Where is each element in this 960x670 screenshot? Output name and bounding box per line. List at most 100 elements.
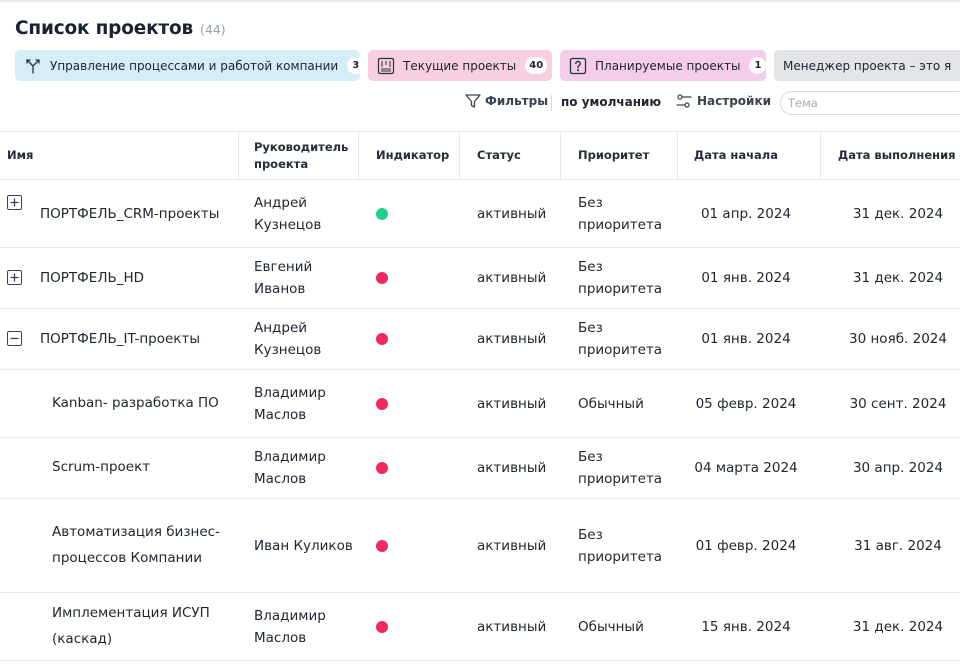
start-date: 04 марта 2024: [694, 460, 798, 476]
project-name[interactable]: Kanban- разработка ПО: [52, 370, 237, 437]
project-name[interactable]: Автоматизация бизнес-процессов Компании: [52, 499, 237, 592]
start-date: 15 янв. 2024: [701, 618, 791, 635]
column-divider: [358, 132, 359, 179]
project-manager: Владимир Маслов: [254, 384, 326, 423]
table-row[interactable]: ПОРТФЕЛЬ_IT-проекты Андрей Кузнецов акти…: [0, 309, 960, 370]
chip-badge: 40: [525, 57, 548, 74]
chip-my-projects[interactable]: Менеджер проекта – это я 7: [774, 50, 960, 81]
project-name[interactable]: Scrum-проект: [52, 438, 237, 498]
settings-button[interactable]: Настройки: [675, 92, 771, 110]
indicator: [376, 309, 396, 369]
chip-current-projects[interactable]: Текущие проекты 40: [368, 50, 552, 81]
toolbar-divider: [551, 95, 552, 111]
column-divider: [820, 132, 821, 179]
project-name[interactable]: Имплементация ИСУП (каскад): [52, 593, 237, 660]
project-count: (44): [199, 22, 226, 37]
status: активный: [477, 331, 547, 347]
expand-icon[interactable]: [7, 195, 22, 210]
settings-label: Настройки: [697, 94, 772, 108]
process-icon: [24, 57, 42, 75]
collapse-icon[interactable]: [7, 331, 22, 346]
table-row[interactable]: ПОРТФЕЛЬ_CRM-проекты Андрей Кузнецов акт…: [0, 180, 960, 248]
question-icon: [569, 57, 587, 75]
due-date: 30 апр. 2024: [852, 460, 944, 476]
column-divider: [238, 132, 239, 179]
page-header: Список проектов (44): [15, 18, 226, 39]
column-divider: [677, 132, 678, 179]
chip-badge: 3: [347, 57, 360, 74]
status: активный: [477, 395, 547, 412]
indicator: [376, 180, 396, 247]
priority: Без приоритета: [578, 526, 663, 565]
due-date: 31 дек. 2024: [852, 205, 944, 222]
chip-label: Планируемые проекты: [595, 58, 741, 73]
filters-label: Фильтры: [485, 94, 549, 108]
toolbar: Фильтры по умолчанию Настройки: [0, 91, 960, 115]
column-header-priority[interactable]: Приоритет: [578, 132, 668, 179]
priority: Обычный: [578, 395, 644, 412]
project-name[interactable]: ПОРТФЕЛЬ_IT-проекты: [40, 309, 235, 369]
priority: Без приоритета: [578, 449, 663, 487]
priority: Без приоритета: [578, 194, 663, 233]
table-header: Имя Руководитель проекта Индикатор Стату…: [0, 131, 960, 180]
indicator: [376, 370, 396, 437]
expand-icon[interactable]: [7, 270, 22, 285]
priority: Без приоритета: [578, 320, 663, 358]
indicator: [376, 438, 396, 498]
chip-label: Текущие проекты: [403, 58, 517, 73]
column-header-manager[interactable]: Руководитель проекта: [254, 132, 354, 179]
indicator-dot: [376, 462, 388, 474]
indicator-dot: [376, 333, 388, 345]
column-header-due-date[interactable]: Дата выполнения: [838, 132, 958, 179]
project-name[interactable]: ПОРТФЕЛЬ_CRM-проекты: [40, 180, 235, 247]
filter-chips: Управление процессами и работой компании…: [15, 50, 960, 81]
start-date: 01 апр. 2024: [700, 205, 792, 222]
status: активный: [477, 205, 547, 222]
table-row[interactable]: ПОРТФЕЛЬ_HD Евгений Иванов активный Без …: [0, 248, 960, 309]
column-header-indicator[interactable]: Индикатор: [376, 132, 456, 179]
indicator-dot: [376, 539, 388, 552]
indicator: [376, 593, 396, 660]
due-date: 31 дек. 2024: [852, 270, 944, 286]
project-manager: Иван Куликов: [254, 537, 353, 554]
project-manager: Владимир Маслов: [254, 607, 326, 646]
status: активный: [477, 618, 547, 635]
chip-process-management[interactable]: Управление процессами и работой компании…: [15, 50, 360, 81]
indicator: [376, 248, 396, 308]
chip-label: Управление процессами и работой компании: [50, 58, 339, 73]
indicator-dot: [376, 620, 388, 633]
project-manager: Евгений Иванов: [254, 259, 313, 297]
subject-search-input[interactable]: [780, 91, 960, 115]
chip-planned-projects[interactable]: Планируемые проекты 1: [560, 50, 766, 81]
chip-badge: 1: [749, 57, 766, 74]
indicator-dot: [376, 272, 388, 284]
filters-button[interactable]: Фильтры: [464, 92, 548, 110]
project-manager: Андрей Кузнецов: [254, 194, 322, 233]
column-header-start-date[interactable]: Дата начала: [694, 132, 814, 179]
indicator: [376, 499, 396, 592]
due-date: 31 авг. 2024: [854, 537, 942, 554]
project-name[interactable]: ПОРТФЕЛЬ_HD: [40, 248, 235, 308]
status: активный: [477, 460, 547, 476]
table-row[interactable]: Имплементация ИСУП (каскад) Владимир Мас…: [0, 593, 960, 661]
project-manager: Андрей Кузнецов: [254, 320, 322, 358]
column-header-status[interactable]: Статус: [477, 132, 557, 179]
due-date: 30 сент. 2024: [849, 395, 947, 412]
column-divider: [459, 132, 460, 179]
page-title: Список проектов: [15, 18, 193, 39]
table-row[interactable]: Автоматизация бизнес-процессов Компании …: [0, 499, 960, 593]
start-date: 01 янв. 2024: [701, 331, 791, 347]
filter-icon: [465, 94, 481, 108]
preset-selector[interactable]: по умолчанию: [561, 95, 661, 109]
kanban-icon: [377, 57, 395, 75]
status: активный: [477, 270, 547, 286]
due-date: 30 нояб. 2024: [849, 331, 947, 347]
table-row[interactable]: Scrum-проект Владимир Маслов активный Бе…: [0, 438, 960, 499]
column-header-name[interactable]: Имя: [7, 132, 232, 179]
project-manager: Владимир Маслов: [254, 449, 326, 487]
start-date: 01 февр. 2024: [695, 537, 797, 554]
start-date: 01 янв. 2024: [701, 270, 791, 286]
start-date: 05 февр. 2024: [695, 395, 797, 412]
table-row[interactable]: Kanban- разработка ПО Владимир Маслов ак…: [0, 370, 960, 438]
indicator-dot: [376, 207, 388, 220]
